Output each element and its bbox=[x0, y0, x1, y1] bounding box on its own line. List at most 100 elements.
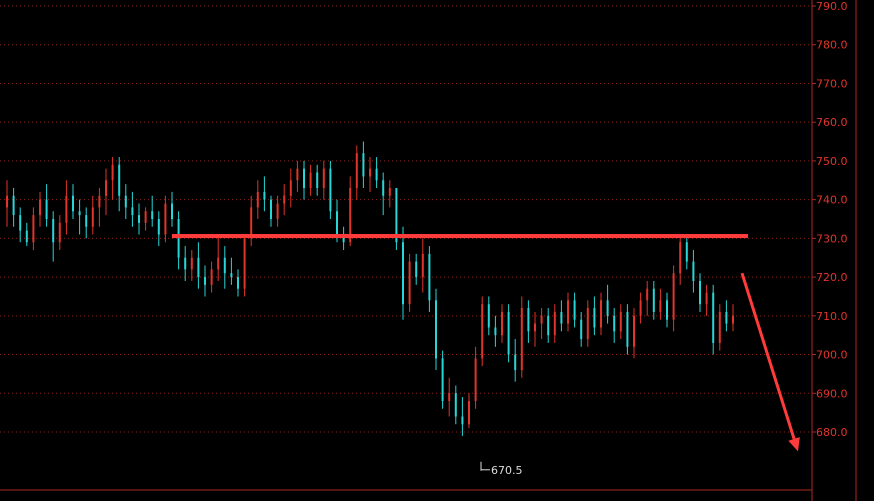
candle-body bbox=[402, 242, 404, 305]
candle-body bbox=[85, 215, 88, 227]
candle-body bbox=[666, 300, 668, 320]
candle-body bbox=[91, 207, 94, 227]
candle-body bbox=[626, 311, 629, 347]
candle-body bbox=[270, 199, 272, 219]
candle-body bbox=[646, 288, 649, 301]
candle-body bbox=[223, 257, 226, 274]
candle-body bbox=[157, 219, 160, 235]
tick-label: 790.0 bbox=[816, 0, 848, 13]
candle-body bbox=[718, 311, 721, 343]
candle-body bbox=[12, 195, 15, 216]
candle-body bbox=[52, 219, 55, 243]
candle-body bbox=[237, 277, 239, 289]
candle-body bbox=[547, 315, 550, 336]
candle-body bbox=[448, 393, 451, 402]
candle-body bbox=[131, 207, 134, 216]
candle-body bbox=[540, 315, 543, 324]
candle-body bbox=[672, 273, 675, 320]
candle-body bbox=[138, 215, 140, 223]
candle-body bbox=[144, 211, 147, 223]
low-price-label: 670.5 bbox=[491, 464, 523, 477]
candle-body bbox=[177, 219, 180, 258]
down-arrow-shaft bbox=[740, 272, 796, 440]
candle-body bbox=[256, 191, 259, 208]
price-axis-ticks: 790.0 780.0 770.0 760.0 750.0 740.0 730.0 720.0… bbox=[812, 0, 848, 439]
candle-body bbox=[65, 195, 68, 223]
candle-body bbox=[705, 292, 708, 305]
candle-body bbox=[296, 168, 299, 181]
candle-body bbox=[580, 319, 583, 340]
candle-body bbox=[619, 311, 622, 332]
candle-body bbox=[428, 253, 431, 301]
candle-body bbox=[309, 172, 312, 189]
candle-body bbox=[501, 311, 503, 336]
candle-body bbox=[732, 315, 734, 324]
candle-body bbox=[355, 153, 358, 189]
candle-body bbox=[408, 261, 411, 305]
tick-label: 780.0 bbox=[816, 39, 848, 52]
candlestick-chart: 790.0 780.0 770.0 760.0 750.0 740.0 730.0 720.0… bbox=[0, 0, 857, 501]
candle-body bbox=[487, 304, 490, 328]
candle-body bbox=[204, 277, 206, 285]
candle-body bbox=[19, 215, 22, 231]
candle-body bbox=[197, 257, 200, 278]
candle-body bbox=[527, 308, 530, 332]
candle-body bbox=[118, 164, 121, 196]
tick-label: 770.0 bbox=[816, 77, 848, 90]
candle-body bbox=[382, 180, 385, 196]
candle-body bbox=[388, 188, 391, 196]
candle-body bbox=[58, 222, 61, 243]
candle-body bbox=[336, 211, 338, 235]
candle-body bbox=[362, 153, 365, 177]
candle-body bbox=[520, 308, 523, 371]
tick-label: 750.0 bbox=[816, 155, 848, 168]
candle-body bbox=[441, 358, 444, 402]
candle-body bbox=[534, 323, 536, 332]
tick-label: 710.0 bbox=[816, 310, 848, 323]
candle-body bbox=[98, 195, 101, 208]
candle-body bbox=[593, 308, 596, 328]
candle-body bbox=[164, 203, 167, 235]
candle-body bbox=[699, 280, 701, 305]
candle-body bbox=[567, 300, 569, 324]
candle-body bbox=[78, 211, 81, 216]
candle-body bbox=[633, 315, 635, 347]
candle-body bbox=[283, 195, 286, 204]
candle-body bbox=[6, 195, 8, 208]
candle-body bbox=[322, 168, 325, 189]
candle-body bbox=[316, 172, 319, 189]
candle-body bbox=[111, 164, 114, 181]
candle-body bbox=[151, 211, 154, 219]
price-axis bbox=[0, 0, 857, 501]
candle-body bbox=[263, 191, 266, 200]
candle-body bbox=[415, 261, 418, 278]
candle-body bbox=[725, 311, 728, 324]
tick-label: 730.0 bbox=[816, 232, 848, 245]
candle-body bbox=[184, 257, 187, 270]
candle-body bbox=[514, 354, 517, 371]
candle-body bbox=[692, 261, 695, 281]
candle-body bbox=[600, 300, 602, 328]
candle-body bbox=[613, 315, 616, 332]
tick-label: 760.0 bbox=[816, 116, 848, 129]
candle-body bbox=[468, 401, 470, 425]
candle-body bbox=[190, 257, 193, 270]
tick-label: 690.0 bbox=[816, 387, 848, 400]
candle-body bbox=[553, 311, 556, 336]
candle-body bbox=[230, 273, 233, 278]
candle-body bbox=[375, 168, 378, 181]
candle-body bbox=[474, 358, 477, 402]
candle-body bbox=[685, 242, 688, 262]
candle-body bbox=[217, 257, 220, 270]
tick-label: 700.0 bbox=[816, 349, 848, 362]
candle-body bbox=[606, 300, 609, 316]
tick-label: 720.0 bbox=[816, 271, 848, 284]
candle-body bbox=[481, 304, 484, 359]
candle-body bbox=[560, 311, 563, 324]
candle-body bbox=[507, 311, 510, 355]
down-arrow-head bbox=[788, 437, 800, 452]
candle-body bbox=[72, 195, 74, 212]
candle-body bbox=[105, 180, 107, 196]
candle-body bbox=[171, 203, 173, 219]
candle-body bbox=[32, 215, 35, 243]
